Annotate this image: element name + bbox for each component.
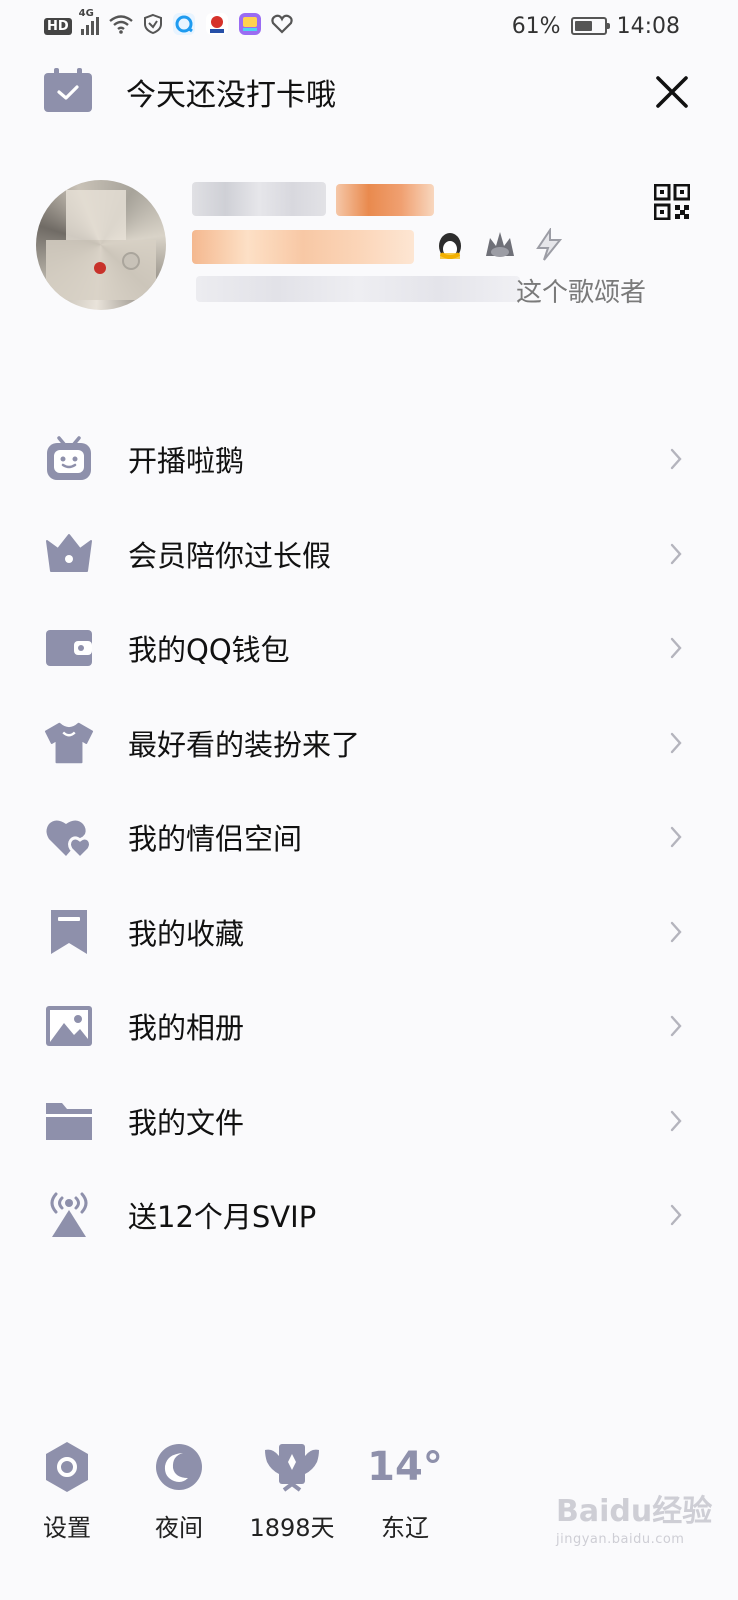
menu-item-label: 我的QQ钱包 [128, 633, 290, 668]
image-icon [44, 1001, 94, 1051]
avatar[interactable] [36, 180, 166, 310]
menu-item-files[interactable]: 我的文件 [0, 1074, 738, 1169]
vip-tag [336, 184, 434, 216]
wifi-icon [108, 14, 134, 39]
crown-icon [44, 529, 94, 579]
menu-item-label: 我的收藏 [128, 916, 245, 951]
moon-icon [156, 1444, 202, 1490]
menu-item-live[interactable]: 开播啦鹅 [0, 412, 738, 507]
qq-penguin-icon [432, 226, 468, 266]
browser-app-icon [172, 12, 196, 41]
qq-age-label: 1898天 [249, 1514, 335, 1542]
vpn-shield-icon [143, 13, 163, 40]
gear-icon [46, 1442, 88, 1492]
menu-item-vip[interactable]: 会员陪你过长假 [0, 507, 738, 602]
broadcast-icon [44, 1190, 94, 1240]
gallery-app-icon [238, 12, 262, 41]
night-mode-button[interactable]: 夜间 [129, 1440, 229, 1543]
battery-percent: 61% [511, 13, 561, 39]
menu-item-svip[interactable]: 送12个月SVIP [0, 1168, 738, 1263]
chevron-right-icon [670, 921, 682, 942]
menu-item-label: 我的相册 [128, 1011, 245, 1046]
hd-icon: HD [44, 17, 72, 35]
heart-app-icon [271, 14, 293, 39]
menu-item-favorites[interactable]: 我的收藏 [0, 885, 738, 980]
signature-blur [196, 276, 520, 302]
tshirt-icon [44, 718, 94, 768]
settings-button[interactable]: 设置 [17, 1440, 117, 1543]
menu-item-label: 最好看的装扮来了 [128, 727, 361, 762]
network-label: 4G [78, 8, 94, 19]
folder-icon [44, 1096, 94, 1146]
location-label: 东辽 [381, 1514, 429, 1542]
clock: 14:08 [616, 13, 680, 39]
checkin-text[interactable]: 今天还没打卡哦 [126, 70, 336, 114]
menu-item-label: 我的情侣空间 [128, 822, 303, 857]
menu-item-couple[interactable]: 我的情侣空间 [0, 790, 738, 885]
nickname [192, 182, 326, 216]
qq-age-button[interactable]: 1898天 [242, 1440, 342, 1543]
chevron-right-icon [670, 1205, 682, 1226]
battery-icon [570, 17, 610, 35]
signal-icon: 4G [79, 8, 99, 35]
drawer-menu: 开播啦鹅 会员陪你过长假 我的QQ钱包 最好看的装扮来了 我的情侣空间 我的收藏… [0, 412, 738, 1263]
menu-item-label: 我的文件 [128, 1105, 245, 1140]
chevron-right-icon [670, 732, 682, 753]
signature-text: 这个歌颂者 [516, 278, 647, 308]
weather-button[interactable]: 14° 东辽 [355, 1440, 455, 1543]
winged-badge-icon [265, 1444, 319, 1492]
temperature: 14° [367, 1444, 443, 1490]
hearts-icon [44, 812, 94, 862]
menu-item-wallet[interactable]: 我的QQ钱包 [0, 601, 738, 696]
menu-item-label: 开播啦鹅 [128, 444, 245, 479]
bookmark-icon [44, 907, 94, 957]
watermark-sub: jingyan.baidu.com [556, 1532, 685, 1547]
news-app-icon [205, 12, 229, 41]
chevron-right-icon [670, 543, 682, 564]
chevron-right-icon [670, 1110, 682, 1131]
baidu-watermark: Baidu经验 jingyan.baidu.com [556, 1486, 726, 1558]
lightning-icon [532, 226, 566, 266]
menu-item-dressup[interactable]: 最好看的装扮来了 [0, 696, 738, 791]
profile-card[interactable]: 这个歌颂者 [36, 180, 696, 320]
level-crown-icon [482, 226, 518, 266]
level-bar [192, 230, 414, 264]
night-label: 夜间 [155, 1514, 203, 1542]
checkin-row[interactable]: 今天还没打卡哦 [44, 68, 694, 116]
status-bar: HD 4G 61% 14:08 [0, 0, 738, 52]
menu-item-album[interactable]: 我的相册 [0, 979, 738, 1074]
menu-item-label: 会员陪你过长假 [128, 538, 332, 573]
settings-label: 设置 [43, 1514, 91, 1542]
close-icon[interactable] [655, 75, 689, 109]
chevron-right-icon [670, 1016, 682, 1037]
close-button[interactable] [650, 70, 694, 114]
calendar-check-icon [44, 68, 92, 116]
chevron-right-icon [670, 638, 682, 659]
menu-item-label: 送12个月SVIP [128, 1200, 317, 1235]
chevron-right-icon [670, 449, 682, 470]
wallet-icon [44, 623, 94, 673]
chevron-right-icon [670, 827, 682, 848]
tv-face-icon [44, 434, 94, 484]
watermark-main: Baidu经验 [556, 1494, 713, 1529]
qr-code-icon[interactable] [653, 183, 691, 221]
